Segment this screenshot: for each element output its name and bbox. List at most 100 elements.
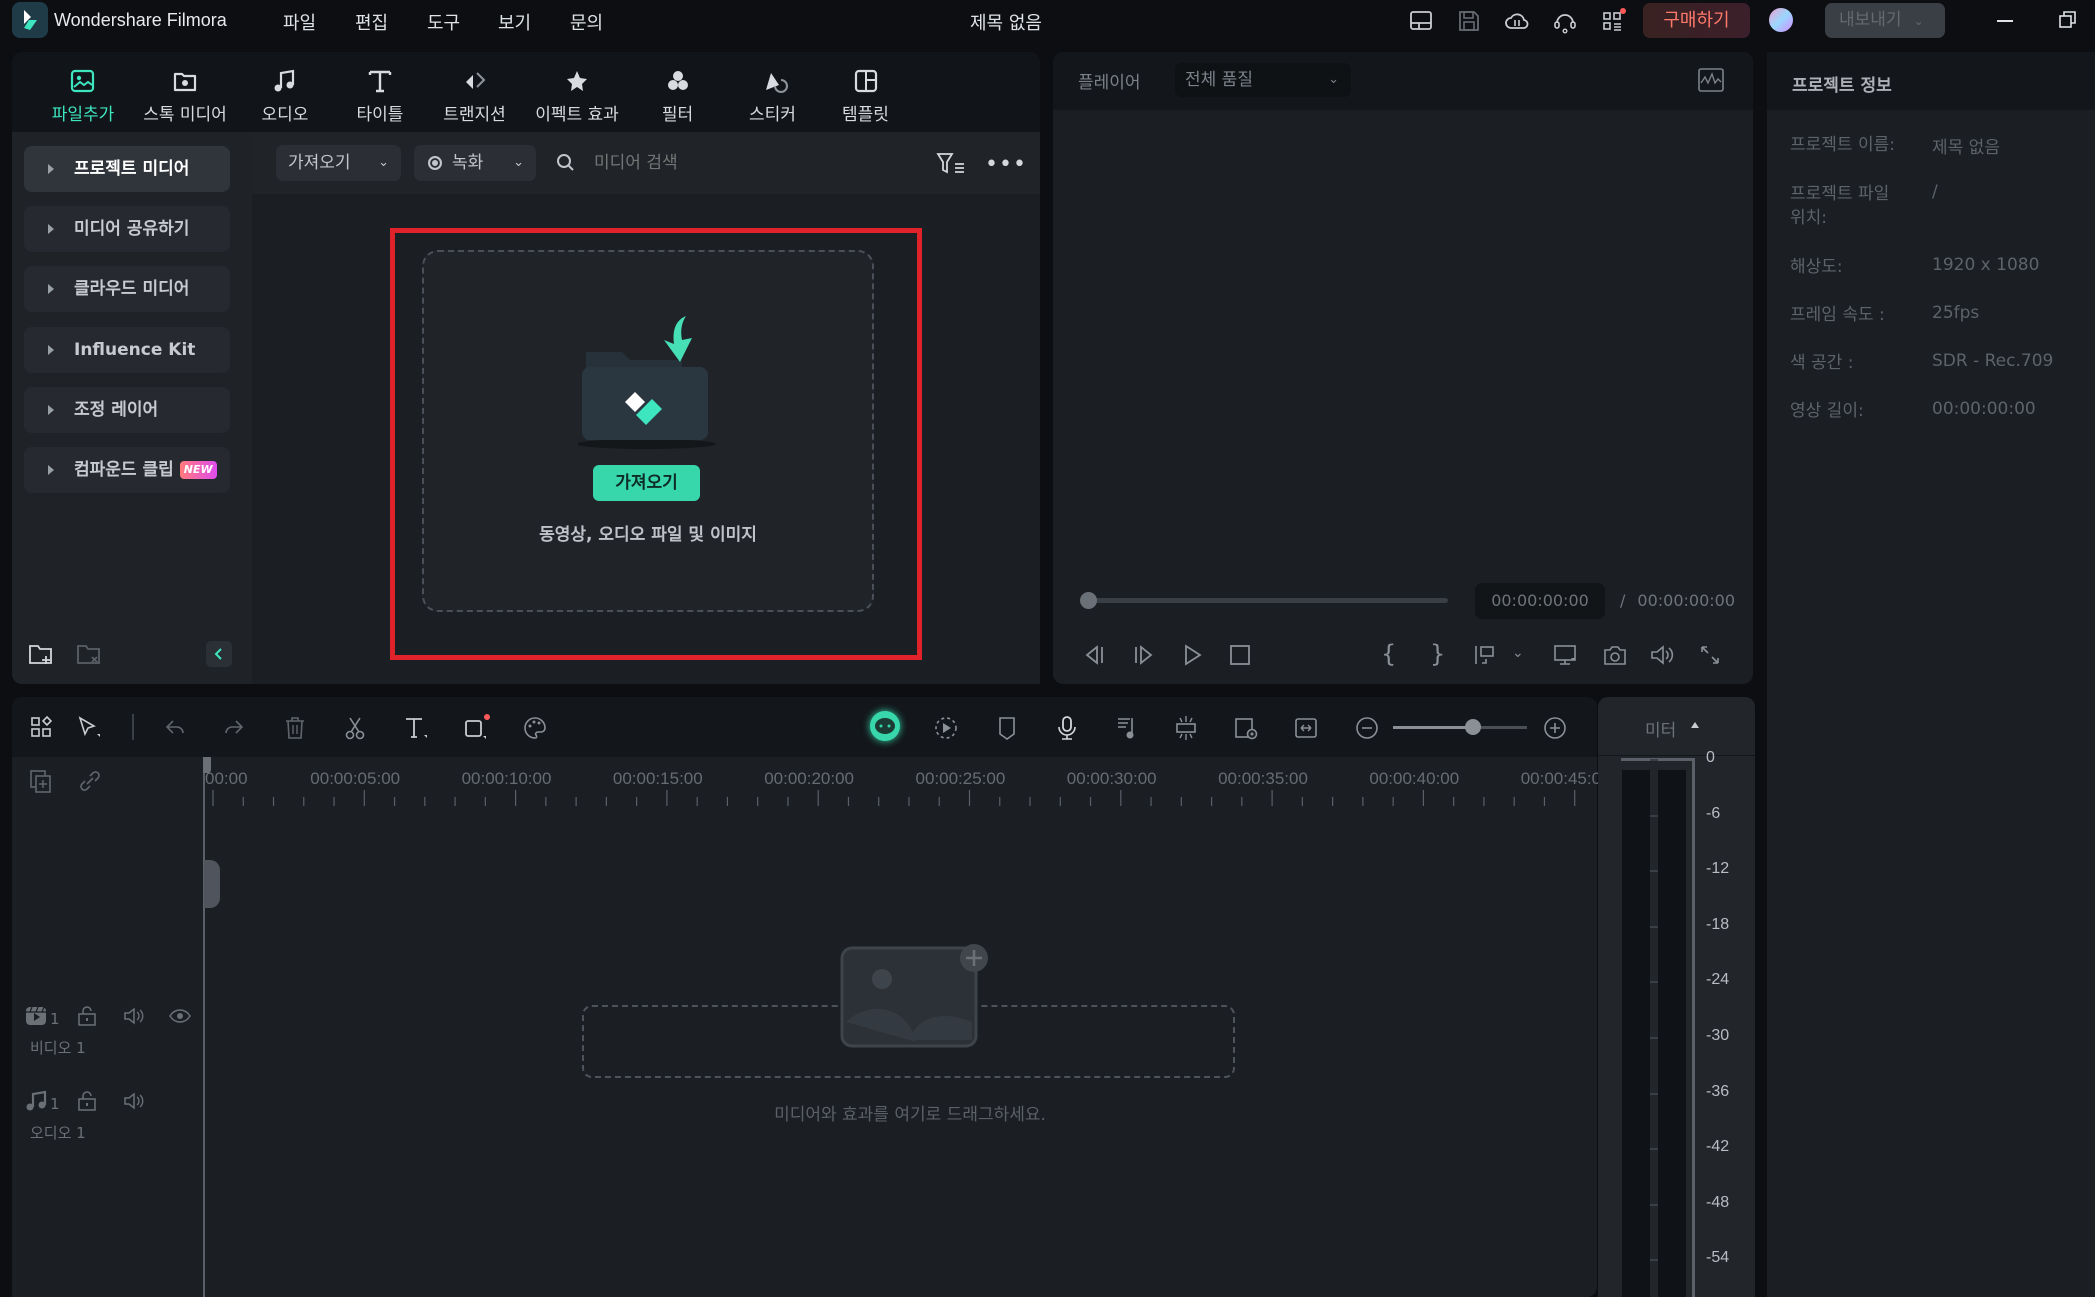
playback-progress-track[interactable] [1088,598,1448,603]
video-track-index: 1 [50,1010,60,1028]
scissors-icon[interactable] [341,714,369,742]
delete-folder-icon[interactable] [76,642,102,666]
filter-sort-icon[interactable] [936,152,966,176]
tab-effects[interactable]: 이펙트 효과 [527,66,627,125]
ai-copilot-icon[interactable] [870,711,900,741]
sidebar-item-adjustment-layer[interactable]: 조정 레이어 [24,387,230,433]
audio-beat-icon[interactable] [1113,714,1141,742]
import-button[interactable]: 가져오기 [593,465,700,501]
menu-file[interactable]: 파일 [283,9,316,35]
stop-icon[interactable] [1228,643,1252,667]
collapse-sidebar-button[interactable] [206,641,232,667]
snapshot-camera-icon[interactable] [1603,643,1627,667]
fit-timeline-icon[interactable] [1292,714,1320,742]
music-note-icon [270,66,300,96]
mark-in-icon[interactable]: { [1381,640,1396,668]
tab-titles[interactable]: 타이틀 [350,66,410,125]
redo-icon[interactable] [220,714,248,742]
meter-scale-label: -6 [1706,804,1721,822]
sidebar-item-cloud-media[interactable]: 클라우드 미디어 [24,266,230,312]
headset-icon[interactable] [1552,8,1578,34]
tab-label: 템플릿 [842,105,889,125]
restore-button[interactable] [2058,10,2078,30]
layout-grid-icon[interactable] [28,714,56,742]
next-frame-icon[interactable] [1131,643,1155,667]
visibility-eye-icon[interactable] [168,1005,192,1027]
track-resize-handle[interactable] [204,860,220,908]
tab-transitions[interactable]: 트랜지션 [437,66,512,125]
buy-button[interactable]: 구매하기 [1643,3,1750,38]
record-dropdown[interactable]: 녹화 ⌄ [414,145,536,181]
cloud-icon[interactable] [1504,8,1530,34]
menu-help[interactable]: 문의 [570,9,603,35]
crop-shape-icon[interactable] [462,714,490,742]
menu-edit[interactable]: 편집 [355,9,388,35]
player-panel [1053,52,1753,684]
play-icon[interactable] [1180,643,1204,667]
apps-icon[interactable] [1600,8,1626,34]
sidebar-item-influence-kit[interactable]: Influence KitNEW [24,327,230,405]
import-dropdown[interactable]: 가져오기 ⌄ [276,145,401,181]
preview-render-icon[interactable] [1232,714,1260,742]
waveform-monitor-icon[interactable] [1697,67,1725,93]
fullscreen-icon[interactable] [1698,643,1722,667]
meter-scale-label: -48 [1706,1193,1730,1211]
tab-import[interactable]: 파일추가 [44,66,122,125]
media-search-input[interactable] [594,153,894,173]
undo-icon[interactable] [161,714,189,742]
quality-dropdown[interactable]: 전체 품질 ⌄ [1175,63,1351,97]
marker-icon[interactable] [993,714,1021,742]
playhead[interactable] [203,757,205,1297]
menu-tools[interactable]: 도구 [427,9,460,35]
zoom-slider-track[interactable] [1393,726,1527,729]
color-palette-icon[interactable] [521,714,549,742]
more-options-icon[interactable]: ••• [985,152,1027,177]
meter-tick [1650,1037,1658,1039]
info-value-duration: 00:00:00:00 [1932,399,2036,419]
menu-view[interactable]: 보기 [498,9,531,35]
zoom-in-icon[interactable] [1541,714,1569,742]
select-pointer-icon[interactable] [75,714,103,742]
sidebar-item-compound-clip[interactable]: 컴파운드 클립 NEW [24,447,230,493]
display-settings-icon[interactable] [1553,643,1579,667]
split-scene-icon[interactable] [1172,714,1200,742]
lock-icon[interactable] [76,1090,98,1112]
track-volume-icon[interactable] [122,1005,144,1027]
mark-out-icon[interactable]: } [1430,640,1445,668]
volume-icon[interactable] [1649,643,1675,667]
new-folder-icon[interactable] [28,642,54,666]
record-dropdown-label: 녹화 [452,153,484,173]
add-track-icon[interactable] [28,768,54,794]
track-volume-icon[interactable] [122,1090,144,1112]
chevron-down-icon[interactable]: ⌄ [1512,645,1524,661]
microphone-icon[interactable] [1053,714,1081,742]
tab-stickers[interactable]: 스티커 [745,66,800,125]
current-timecode[interactable]: 00:00:00:00 [1475,583,1605,619]
info-label-colorspace: 색 공간 : [1790,353,1854,373]
sidebar-item-shared-media[interactable]: 미디어 공유하기 [24,206,230,252]
layout-icon[interactable] [1408,8,1434,34]
export-button[interactable]: 내보내기 ⌄ [1825,3,1945,38]
tab-stock-media[interactable]: 스톡 미디어 [135,66,235,125]
tab-filters[interactable]: 필터 [655,66,700,125]
meter-tick [1650,1203,1658,1206]
text-tool-icon[interactable] [402,714,430,742]
tab-audio[interactable]: 오디오 [255,66,315,125]
insert-clip-icon[interactable] [1473,643,1497,667]
link-icon[interactable] [77,768,103,794]
meter-top-line [1621,758,1695,761]
meter-title[interactable]: 미터 [1645,716,1676,741]
tab-templates[interactable]: 템플릿 [838,66,893,125]
playhead-handle[interactable] [203,757,211,773]
playback-progress-knob[interactable] [1080,592,1097,609]
auto-reframe-icon[interactable] [932,714,960,742]
delete-trash-icon[interactable] [281,714,309,742]
user-avatar[interactable] [1769,8,1793,32]
previous-frame-icon[interactable] [1083,643,1107,667]
zoom-out-icon[interactable] [1353,714,1381,742]
minimize-button[interactable] [1997,20,2013,22]
caret-up-icon[interactable] [1691,722,1699,728]
save-icon[interactable] [1456,8,1482,34]
sidebar-item-project-media[interactable]: 프로젝트 미디어 [24,146,230,192]
lock-icon[interactable] [76,1005,98,1027]
